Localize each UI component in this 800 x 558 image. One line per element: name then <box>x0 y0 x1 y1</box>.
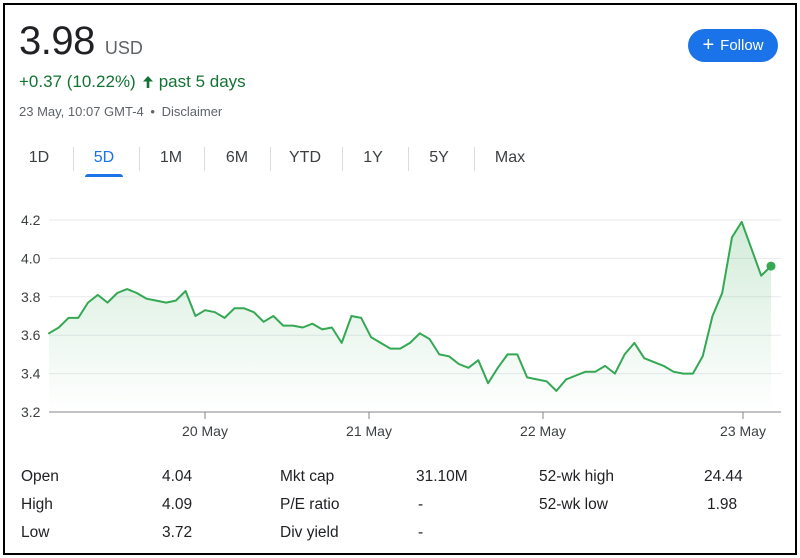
y-tick-label: 3.4 <box>21 366 41 382</box>
price-currency: USD <box>104 38 143 58</box>
stat-label-pe-ratio: P/E ratio <box>280 496 340 513</box>
stat-label-low: Low <box>21 524 50 541</box>
y-tick-label: 3.8 <box>21 289 41 305</box>
stat-value-high: 4.09 <box>162 496 193 513</box>
change-text: +0.37 (10.22%) <box>19 72 136 91</box>
tab-label: 1M <box>159 149 183 166</box>
tab-label: 5D <box>93 149 115 166</box>
tab-max[interactable]: Max <box>483 141 537 179</box>
tab-label: 5Y <box>429 149 449 166</box>
tab-6m[interactable]: 6M <box>213 141 261 179</box>
tab-5d[interactable]: 5D <box>81 141 127 179</box>
current-price-dot <box>766 261 776 271</box>
follow-button-label: Follow <box>720 37 764 54</box>
tab-divider <box>342 147 343 171</box>
quote-meta: 23 May, 10:07 GMT-4 • Disclaimer <box>19 104 222 119</box>
tab-label: YTD <box>289 149 321 166</box>
stat-value-div-yield: - <box>418 524 424 541</box>
price-value: 3.98 <box>19 19 95 63</box>
tab-divider <box>270 147 271 171</box>
x-tick-label: 20 May <box>182 423 228 439</box>
disclaimer-link[interactable]: Disclaimer <box>162 104 223 119</box>
arrow-up-icon <box>142 76 153 88</box>
tab-divider <box>73 147 74 171</box>
price-block: 3.98 USD <box>19 19 143 64</box>
tab-divider <box>139 147 140 171</box>
tab-5y[interactable]: 5Y <box>415 141 463 179</box>
quote-timestamp: 23 May, 10:07 GMT-4 <box>19 104 144 119</box>
follow-button[interactable]: + Follow <box>688 29 778 62</box>
tab-1y[interactable]: 1Y <box>349 141 397 179</box>
stat-label-div-yield: Div yield <box>280 524 339 541</box>
stat-label-52wk-high: 52-wk high <box>539 468 614 485</box>
meta-separator: • <box>150 104 155 119</box>
stat-value-mkt-cap: 31.10M <box>416 468 468 485</box>
tab-divider <box>408 147 409 171</box>
y-tick-label: 4.2 <box>21 212 41 228</box>
plus-icon: + <box>702 33 715 56</box>
y-tick-label: 3.2 <box>21 404 41 420</box>
stat-value-52wk-high: 24.44 <box>704 468 743 485</box>
tab-divider <box>474 147 475 171</box>
x-tick-label: 22 May <box>520 423 566 439</box>
tab-label: Max <box>494 149 526 166</box>
tab-label: 6M <box>225 149 249 166</box>
stat-value-52wk-low: 1.98 <box>707 496 738 513</box>
stat-label-52wk-low: 52-wk low <box>539 496 608 513</box>
price-chart[interactable]: 3.2 3.4 3.6 3.8 4.0 4.2 20 May 21 May 22 May 23 M… <box>5 200 799 450</box>
x-tick-label: 23 May <box>720 423 766 439</box>
stat-value-pe-ratio: - <box>418 496 424 513</box>
stat-value-open: 4.04 <box>162 468 193 485</box>
tab-ytd[interactable]: YTD <box>277 141 333 179</box>
stat-label-high: High <box>21 496 53 513</box>
y-tick-label: 3.6 <box>21 327 41 343</box>
y-tick-label: 4.0 <box>21 250 41 266</box>
tab-label: 1Y <box>363 149 383 166</box>
stat-label-open: Open <box>21 468 59 485</box>
range-tabs: 1D 5D 1M 6M YTD 1Y 5Y Max <box>5 141 565 179</box>
tab-divider <box>204 147 205 171</box>
x-tick-label: 21 May <box>346 423 392 439</box>
price-change: +0.37 (10.22%) past 5 days <box>19 72 246 92</box>
tab-1m[interactable]: 1M <box>147 141 195 179</box>
tab-1d[interactable]: 1D <box>17 141 61 179</box>
stat-label-mkt-cap: Mkt cap <box>280 468 335 485</box>
stat-value-low: 3.72 <box>162 524 193 541</box>
stock-quote-card: 3.98 USD +0.37 (10.22%) past 5 days 23 M… <box>3 3 797 555</box>
change-period: past 5 days <box>158 72 246 91</box>
price-area-fill <box>49 221 771 412</box>
tab-label: 1D <box>28 149 50 166</box>
